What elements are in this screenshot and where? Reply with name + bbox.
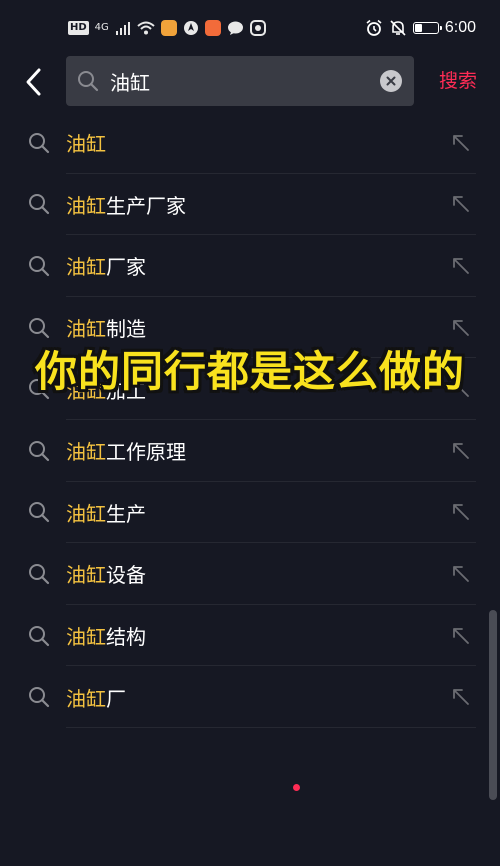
suggestion-text: 油缸 xyxy=(66,128,106,157)
search-icon xyxy=(29,440,50,461)
suggestion-item[interactable]: 油缸 xyxy=(0,112,500,174)
search-icon xyxy=(29,502,50,523)
suggestion-rest: 厂 xyxy=(106,686,126,711)
suggestion-item[interactable]: 油缸设备 xyxy=(0,543,500,605)
arrow-up-left-icon[interactable] xyxy=(450,255,472,277)
arrow-up-left-icon[interactable] xyxy=(450,563,472,585)
play-app-icon xyxy=(204,20,221,36)
suggestion-highlight: 油缸 xyxy=(66,440,106,465)
suggestion-text: 油缸生产厂家 xyxy=(66,190,186,219)
suggestion-text: 油缸生产 xyxy=(66,498,146,527)
search-icon xyxy=(29,687,50,708)
arrow-up-left-icon[interactable] xyxy=(450,317,472,339)
alarm-icon xyxy=(366,19,382,36)
wifi-icon xyxy=(137,21,155,35)
close-icon xyxy=(386,76,396,86)
suggestion-item[interactable]: 油缸厂 xyxy=(0,666,500,728)
back-button[interactable] xyxy=(18,64,50,100)
chevron-left-icon xyxy=(26,68,41,96)
chat-bubble-icon xyxy=(227,21,243,35)
suggestion-rest: 工作原理 xyxy=(106,440,186,465)
signal-icon xyxy=(115,22,130,35)
suggestion-text: 油缸结构 xyxy=(66,621,146,650)
hd-indicator: HD xyxy=(68,21,89,35)
search-submit-button[interactable]: 搜索 xyxy=(428,66,488,96)
app-notification-icon xyxy=(160,20,177,36)
search-box[interactable] xyxy=(66,56,414,106)
suggestion-rest: 结构 xyxy=(106,625,146,650)
suggestion-rest: 厂家 xyxy=(106,255,146,280)
search-icon xyxy=(29,194,50,215)
battery-icon xyxy=(412,22,442,34)
suggestion-highlight: 油缸 xyxy=(66,686,106,711)
suggestion-rest: 生产厂家 xyxy=(106,193,186,218)
suggestion-highlight: 油缸 xyxy=(66,501,106,526)
clock: 6:00 xyxy=(444,19,476,36)
suggestion-rest: 设备 xyxy=(106,563,146,588)
overlay-caption: 你的同行都是这么做的 xyxy=(34,347,465,396)
arrow-up-left-icon[interactable] xyxy=(450,625,472,647)
suggestion-text: 油缸工作原理 xyxy=(66,436,186,465)
arrow-up-left-icon[interactable] xyxy=(450,686,472,708)
status-bar: HD 4G 6:00 xyxy=(0,0,500,56)
suggestion-list: 油缸 油缸生产厂家 油缸厂家 油缸制造 油缸加工 油缸工作原理 油缸生产 油缸设备 油缸结构 油缸… xyxy=(0,112,500,728)
suggestion-text: 油缸厂家 xyxy=(66,251,146,280)
search-icon xyxy=(29,625,50,646)
suggestion-item[interactable]: 油缸工作原理 xyxy=(0,420,500,482)
suggestion-item[interactable]: 油缸厂家 xyxy=(0,235,500,297)
status-bar-right: 6:00 xyxy=(365,19,476,37)
network-type: 4G xyxy=(94,22,109,33)
suggestion-highlight: 油缸 xyxy=(66,193,106,218)
compass-icon xyxy=(183,21,198,35)
suggestion-highlight: 油缸 xyxy=(66,132,106,157)
arrow-up-left-icon[interactable] xyxy=(450,501,472,523)
suggestion-item[interactable]: 油缸生产厂家 xyxy=(0,174,500,236)
search-icon xyxy=(29,563,50,585)
mute-icon xyxy=(390,20,406,36)
search-icon xyxy=(78,71,99,92)
suggestion-rest: 生产 xyxy=(106,501,146,526)
search-icon xyxy=(29,255,50,277)
suggestion-item[interactable]: 油缸结构 xyxy=(0,605,500,667)
app-badge-icon xyxy=(249,20,266,36)
clear-search-button[interactable] xyxy=(380,70,402,92)
indicator-dot xyxy=(293,784,300,791)
suggestion-highlight: 油缸 xyxy=(66,563,106,588)
search-header: 搜索 xyxy=(0,56,500,108)
search-icon xyxy=(29,132,50,153)
suggestion-highlight: 油缸 xyxy=(66,625,106,650)
arrow-up-left-icon[interactable] xyxy=(450,440,472,462)
suggestion-text: 油缸设备 xyxy=(66,559,146,588)
search-icon xyxy=(29,317,50,338)
arrow-up-left-icon[interactable] xyxy=(450,132,472,154)
suggestion-text: 油缸厂 xyxy=(66,683,126,712)
search-input[interactable] xyxy=(110,56,380,106)
scrollbar[interactable] xyxy=(489,610,497,800)
status-bar-left: HD 4G xyxy=(68,20,266,36)
suggestion-highlight: 油缸 xyxy=(66,255,106,280)
suggestion-item[interactable]: 油缸生产 xyxy=(0,482,500,544)
arrow-up-left-icon[interactable] xyxy=(450,193,472,215)
